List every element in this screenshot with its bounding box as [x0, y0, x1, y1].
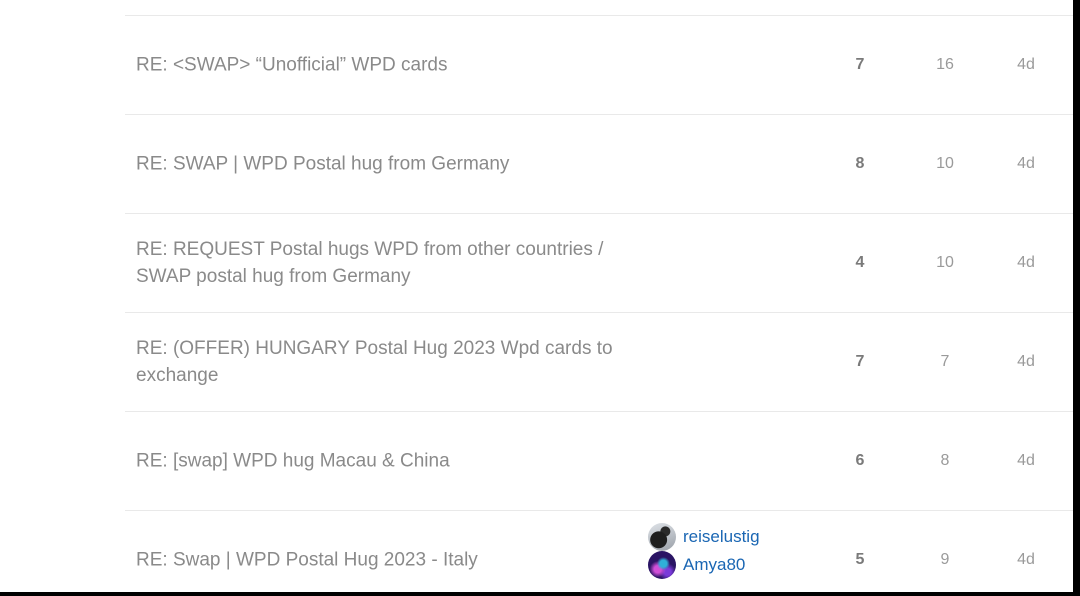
topic-replies-count: 7: [855, 56, 865, 73]
poster-username[interactable]: Amya80: [683, 555, 745, 575]
topic-title-link[interactable]: RE: Swap | WPD Postal Hug 2023 - Italy: [136, 547, 636, 574]
topic-activity-age[interactable]: 4d: [1006, 353, 1046, 371]
topic-posters: reiselustig Amya80: [648, 523, 760, 579]
topic-views-count: 10: [936, 155, 954, 172]
page-viewport: RE: <SWAP> “Unofficial” WPD cards 7 16 4…: [0, 0, 1073, 592]
bird-avatar-icon: [648, 523, 676, 551]
topic-views-count: 8: [940, 452, 950, 469]
topic-list: RE: <SWAP> “Unofficial” WPD cards 7 16 4…: [125, 15, 1073, 592]
topic-views-count: 7: [940, 353, 950, 370]
topic-activity-age[interactable]: 4d: [1006, 452, 1046, 470]
poster-reiselustig[interactable]: reiselustig: [648, 523, 760, 551]
topic-views-count: 10: [936, 254, 954, 271]
topic-replies-count: 8: [855, 155, 865, 172]
galaxy-avatar-icon: [648, 551, 676, 579]
topic-row: RE: <SWAP> “Unofficial” WPD cards 7 16 4…: [125, 16, 1073, 115]
topic-row: RE: Swap | WPD Postal Hug 2023 - Italy r…: [125, 511, 1073, 592]
topic-title-link[interactable]: RE: SWAP | WPD Postal hug from Germany: [136, 151, 636, 178]
topic-row: RE: REQUEST Postal hugs WPD from other c…: [125, 214, 1073, 313]
topic-title-link[interactable]: RE: REQUEST Postal hugs WPD from other c…: [136, 236, 636, 290]
topic-views-count: 16: [936, 56, 954, 73]
topic-title-link[interactable]: RE: <SWAP> “Unofficial” WPD cards: [136, 52, 636, 79]
topic-title-link[interactable]: RE: (OFFER) HUNGARY Postal Hug 2023 Wpd …: [136, 335, 636, 389]
topic-row: RE: (OFFER) HUNGARY Postal Hug 2023 Wpd …: [125, 313, 1073, 412]
topic-activity-age[interactable]: 4d: [1006, 56, 1046, 74]
topic-replies-count: 4: [855, 254, 865, 271]
topic-views-count: 9: [940, 551, 950, 568]
topic-row: RE: SWAP | WPD Postal hug from Germany 8…: [125, 115, 1073, 214]
topic-replies-count: 7: [855, 353, 865, 370]
poster-amya80[interactable]: Amya80: [648, 551, 760, 579]
topic-activity-age[interactable]: 4d: [1006, 551, 1046, 569]
topic-activity-age[interactable]: 4d: [1006, 155, 1046, 173]
topic-replies-count: 6: [855, 452, 865, 469]
poster-username[interactable]: reiselustig: [683, 527, 760, 547]
topic-activity-age[interactable]: 4d: [1006, 254, 1046, 272]
topic-replies-count: 5: [855, 551, 865, 568]
topic-row: RE: [swap] WPD hug Macau & China 6 8 4d: [125, 412, 1073, 511]
topic-title-link[interactable]: RE: [swap] WPD hug Macau & China: [136, 448, 636, 475]
